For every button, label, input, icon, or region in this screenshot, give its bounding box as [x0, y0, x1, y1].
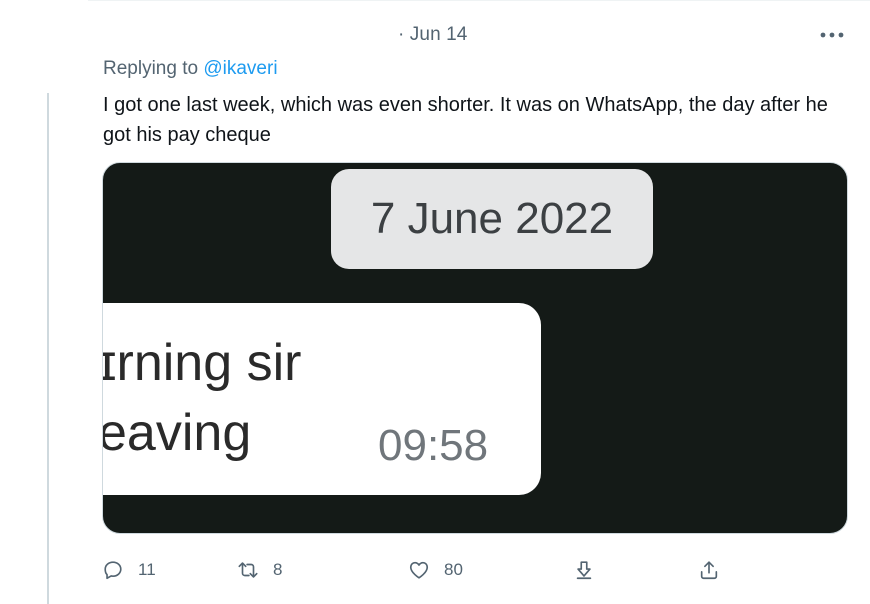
ellipsis-icon: [820, 32, 844, 38]
reply-count: 11: [138, 560, 156, 579]
replying-prefix: Replying to: [103, 58, 204, 79]
like-button[interactable]: 80: [408, 552, 463, 588]
like-count: 80: [444, 560, 463, 579]
retweet-arrows-icon: [238, 562, 258, 578]
tweet-text: I got one last week, which was even shor…: [103, 94, 828, 146]
replying-handle-link[interactable]: @ikaveri: [203, 58, 277, 79]
chat-date-pill: 7 June 2022: [331, 169, 653, 269]
more-options-button[interactable]: [814, 22, 850, 48]
arrow-down-icon: [576, 561, 592, 580]
reply-button[interactable]: 11: [102, 552, 156, 588]
top-divider: [88, 0, 870, 1]
share-button[interactable]: [698, 552, 720, 588]
speech-bubble-icon: [104, 561, 122, 580]
chat-message-time: 09:58: [378, 421, 489, 470]
heart-icon: [409, 561, 429, 579]
tweet-timestamp[interactable]: · Jun 14: [398, 24, 467, 46]
share-upload-icon: [700, 561, 718, 580]
chat-message-line-2: eaving: [102, 404, 252, 462]
retweet-count: 8: [273, 560, 283, 579]
chat-message-line-1: ɪrning sir: [102, 334, 302, 392]
tweet-action-bar: 11 8 80: [100, 552, 840, 588]
retweet-button[interactable]: 8: [237, 552, 282, 588]
thread-connector-line: [47, 93, 49, 604]
tweet-reply-view: · Jun 14 Replying to @ikaveri I got one …: [0, 0, 870, 604]
download-button[interactable]: [573, 552, 595, 588]
tweet-media-image[interactable]: 7 June 2022 ɪrning sir eaving 09:58: [102, 162, 848, 534]
replying-to: Replying to @ikaveri: [103, 58, 278, 80]
chat-message-bubble: ɪrning sir eaving 09:58: [102, 303, 541, 495]
